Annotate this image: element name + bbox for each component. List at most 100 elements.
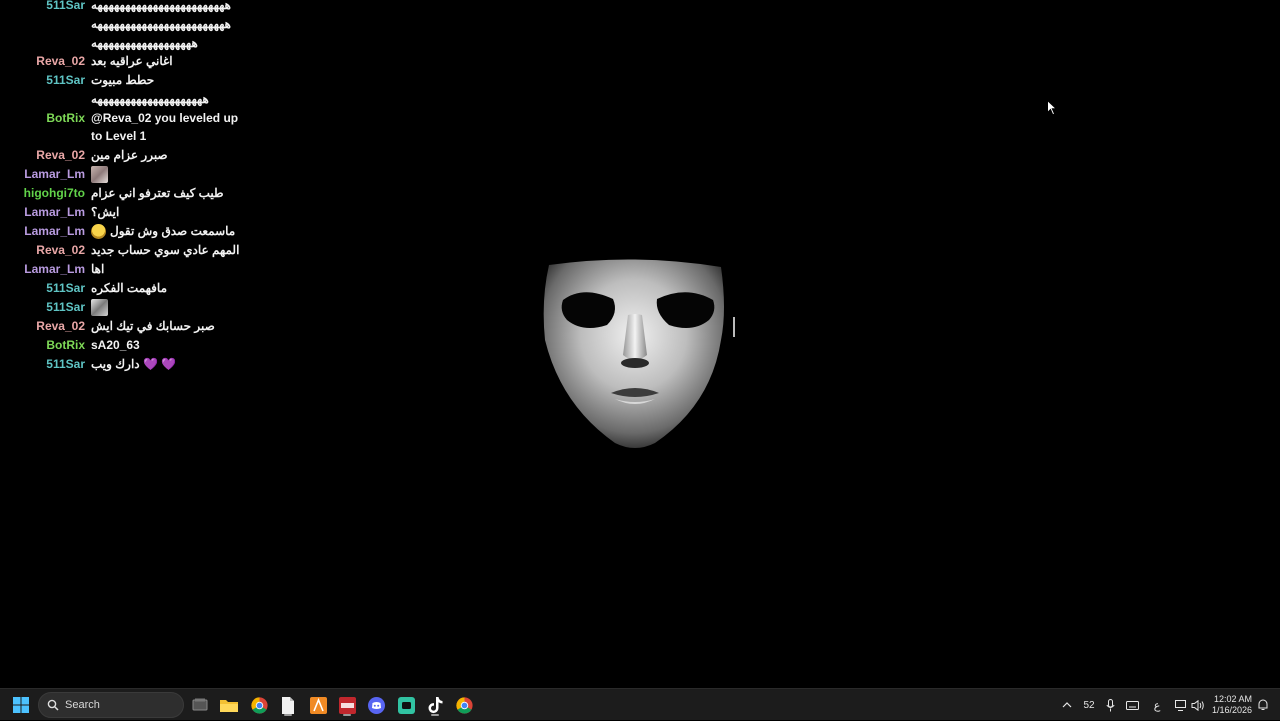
discord-icon bbox=[367, 696, 385, 714]
taskbar: Search 52 ع 12:02 AM 1/16/2026 bbox=[0, 688, 1280, 720]
chat-message: Reva_02 المهم عادي سوي حساب جديد bbox=[0, 241, 260, 260]
notification-bell-icon bbox=[1258, 699, 1268, 710]
chat-message: Reva_02 صبر حسابك في تيك ايش bbox=[0, 317, 260, 336]
chat-message-text: sA20_63 bbox=[91, 337, 140, 352]
chrome-profile-button[interactable] bbox=[452, 693, 476, 717]
face-emote bbox=[91, 223, 106, 239]
chat-message-text: 💜 💜 دارك ويب bbox=[91, 356, 177, 371]
chat-username[interactable]: 511Sar bbox=[0, 355, 85, 374]
network-button[interactable] bbox=[1172, 689, 1190, 721]
chat-overlay: 511Sar ههههههههههههههههههههههههه ههههههههه… bbox=[0, 0, 260, 374]
task-view-button[interactable] bbox=[188, 693, 212, 717]
clock-time: 12:02 AM bbox=[1213, 694, 1252, 704]
chat-username[interactable]: Reva_02 bbox=[0, 146, 85, 165]
chat-username[interactable]: 511Sar bbox=[0, 279, 85, 298]
chat-username[interactable]: 511Sar bbox=[0, 298, 85, 317]
show-hidden-icons-button[interactable] bbox=[1058, 689, 1076, 721]
chrome-icon bbox=[250, 696, 268, 714]
streamlabs-icon bbox=[397, 696, 415, 714]
chat-username[interactable]: Reva_02 bbox=[0, 52, 85, 71]
chat-username[interactable]: 511Sar bbox=[0, 0, 85, 15]
task-view-icon bbox=[192, 698, 208, 711]
chat-message-text bbox=[91, 165, 108, 184]
chat-message-text: ههههههههههههههههههههههههه bbox=[91, 17, 231, 31]
language-indicator[interactable]: ع bbox=[1148, 689, 1166, 721]
chat-message: Lamar_Lm ماسمعت صدق وش تقول bbox=[0, 222, 260, 241]
chat-message-text: ماسمعت صدق وش تقول bbox=[91, 222, 235, 241]
chat-message: Reva_02 صبرر عزام مين bbox=[0, 146, 260, 165]
voicemod-button[interactable] bbox=[335, 693, 359, 717]
search-label: Search bbox=[65, 699, 100, 711]
chat-username[interactable]: 511Sar bbox=[0, 71, 85, 90]
microphone-icon bbox=[1105, 698, 1115, 711]
chat-username[interactable]: BotRix bbox=[0, 336, 85, 355]
touch-keyboard-button[interactable] bbox=[1122, 689, 1142, 721]
chat-message: Lamar_Lm اها bbox=[0, 260, 260, 279]
chat-message: 511Sar مافهمت الفكره bbox=[0, 279, 260, 298]
microphone-button[interactable] bbox=[1101, 689, 1119, 721]
chat-message: BotRix sA20_63 bbox=[0, 336, 260, 355]
chat-username[interactable]: Reva_02 bbox=[0, 241, 85, 260]
chrome-profile-icon bbox=[455, 696, 473, 714]
active-indicator bbox=[431, 714, 439, 716]
streamlabs-button[interactable] bbox=[394, 693, 418, 717]
windows-start-icon bbox=[13, 697, 29, 713]
voicemod-icon bbox=[338, 696, 356, 714]
chat-username[interactable]: Lamar_Lm bbox=[0, 222, 85, 241]
chat-message-text: ههههههههههههههههههه bbox=[91, 35, 198, 50]
keyboard-icon bbox=[1125, 700, 1139, 710]
file-explorer-icon bbox=[220, 700, 238, 712]
discord-button[interactable] bbox=[364, 693, 388, 717]
chevron-up-icon bbox=[1062, 702, 1072, 708]
chat-message: 511Sar ههههههههههههههههههههههههه bbox=[0, 0, 260, 15]
chat-message: higohgi7to طيب كيف تعترفو اني عزام bbox=[0, 184, 260, 203]
chat-username[interactable]: Lamar_Lm bbox=[0, 165, 85, 184]
chat-message: BotRix @Reva_02 you leveled up to Level 1 bbox=[0, 109, 260, 146]
chat-message: ههههههههههههههههههه bbox=[0, 34, 260, 53]
chat-message-text: صبر حسابك في تيك ايش bbox=[91, 318, 215, 333]
chat-message-text: @Reva_02 you leveled up to Level 1 bbox=[91, 110, 239, 144]
chrome-button[interactable] bbox=[247, 693, 271, 717]
file-explorer-button[interactable] bbox=[217, 693, 241, 717]
volume-icon bbox=[1191, 699, 1204, 711]
chat-message-text: ايش؟ bbox=[91, 204, 120, 219]
tiktok-live-button[interactable] bbox=[423, 693, 447, 717]
chat-username[interactable]: Reva_02 bbox=[0, 317, 85, 336]
notepad-button[interactable] bbox=[276, 693, 300, 717]
chat-username[interactable]: Lamar_Lm bbox=[0, 260, 85, 279]
chat-message: Lamar_Lm ايش؟ bbox=[0, 203, 260, 222]
chat-message: 511Sar 💜 💜 دارك ويب bbox=[0, 355, 260, 374]
app-orange-icon bbox=[309, 696, 327, 714]
chat-username[interactable]: higohgi7to bbox=[0, 184, 85, 203]
start-button[interactable] bbox=[9, 693, 33, 717]
notifications-button[interactable] bbox=[1254, 689, 1272, 721]
chat-text: ماسمعت صدق وش تقول bbox=[110, 223, 236, 238]
tray-badge-count[interactable]: 52 bbox=[1080, 689, 1098, 721]
volume-button[interactable] bbox=[1189, 689, 1207, 721]
mask-image bbox=[543, 259, 735, 448]
chat-message-text: المهم عادي سوي حساب جديد bbox=[91, 242, 240, 257]
tiktok-live-icon bbox=[428, 696, 442, 713]
chat-message-text bbox=[91, 298, 108, 317]
notepad-icon bbox=[282, 696, 294, 714]
photo-emote bbox=[91, 165, 108, 183]
taskbar-search-box[interactable]: Search bbox=[38, 692, 184, 718]
chat-message-text: اها bbox=[91, 261, 105, 276]
orange-app-button[interactable] bbox=[306, 693, 330, 717]
active-indicator bbox=[343, 714, 351, 716]
chat-message-text: طيب كيف تعترفو اني عزام bbox=[91, 185, 224, 200]
network-icon bbox=[1174, 699, 1186, 711]
chat-message-text: صبرر عزام مين bbox=[91, 147, 168, 162]
search-icon bbox=[47, 699, 59, 711]
chat-username[interactable]: Lamar_Lm bbox=[0, 203, 85, 222]
chat-message: 511Sar حطط مبيوت bbox=[0, 71, 260, 90]
active-indicator bbox=[284, 714, 292, 716]
chat-message: ههههههههههههههههههههههههه bbox=[0, 15, 260, 34]
photo2-emote bbox=[91, 298, 108, 316]
chat-message-text: مافهمت الفكره bbox=[91, 280, 168, 295]
chat-username[interactable]: BotRix bbox=[0, 109, 85, 128]
system-clock[interactable]: 12:02 AM 1/16/2026 bbox=[1212, 694, 1252, 716]
chat-message: Lamar_Lm bbox=[0, 165, 260, 184]
chat-message-text: ههههههههههههههههههههه bbox=[91, 92, 209, 106]
chat-message: 511Sar bbox=[0, 298, 260, 317]
